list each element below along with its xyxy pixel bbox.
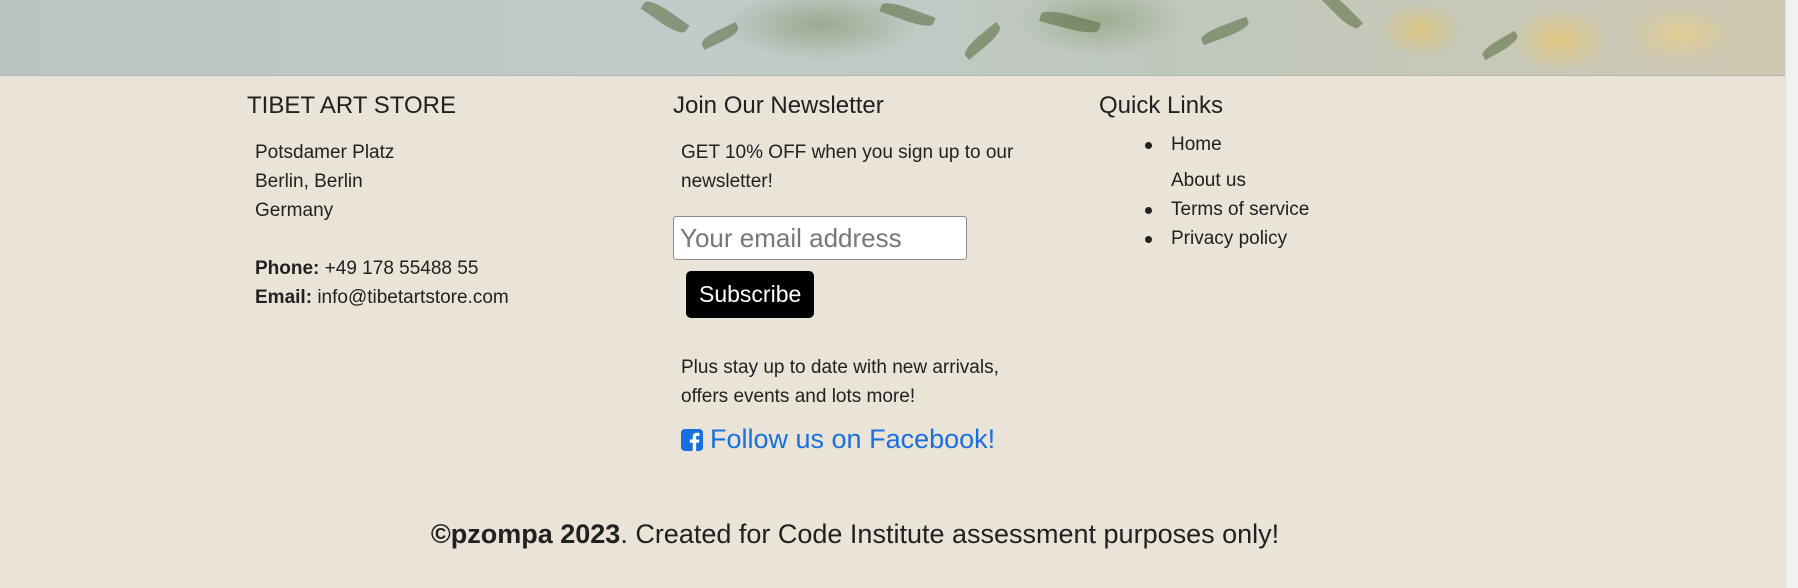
copyright-owner: ©pzompa 2023 [430,519,621,549]
phone-label: Phone: [255,258,320,279]
quick-link-item-about: About us [1171,166,1499,195]
privacy-policy-link[interactable]: Privacy policy [1171,228,1287,249]
store-heading: TIBET ART STORE [247,92,456,119]
phone-line: Phone: +49 178 55488 55 [255,254,647,283]
address-line-country: Germany [255,200,334,221]
quick-links-list: Home About us Terms of service Privacy p… [1099,130,1499,253]
quick-links-heading: Quick Links [1099,92,1224,119]
subscribe-button[interactable]: Subscribe [686,271,815,318]
phone-value: +49 178 55488 55 [324,258,479,279]
newsletter-email-input[interactable] [673,216,967,260]
store-address: Potsdamer Platz Berlin, Berlin Germany P… [255,138,647,312]
newsletter-heading: Join Our Newsletter [673,92,884,119]
quick-link-item-privacy: Privacy policy [1145,224,1499,253]
newsletter-column: Join Our Newsletter GET 10% OFF when you… [673,92,1073,456]
facebook-link[interactable]: Follow us on Facebook! [681,424,995,455]
quick-link-item-terms: Terms of service [1145,195,1499,224]
terms-of-service-link[interactable]: Terms of service [1171,199,1309,220]
page-scrollbar[interactable] [1785,0,1798,588]
facebook-square-icon [681,428,703,451]
quick-links-column: Quick Links Home About us Terms of servi… [1099,92,1499,253]
hero-banner-image [0,0,1786,76]
facebook-link-label: Follow us on Facebook! [710,424,996,454]
newsletter-outro: Plus stay up to date with new arrivals, … [681,357,999,407]
email-value: info@tibetartstore.com [317,287,509,308]
copyright-notice: ©pzompa 2023. Created for Code Institute… [0,516,1710,552]
about-us-link[interactable]: About us [1171,170,1246,191]
store-info-column: TIBET ART STORE Potsdamer Platz Berlin, … [247,92,647,312]
address-line-city: Berlin, Berlin [255,171,363,192]
copyright-text: . Created for Code Institute assessment … [620,519,1280,549]
email-label: Email: [255,287,313,308]
quick-link-item-home: Home [1145,130,1499,159]
newsletter-intro: GET 10% OFF when you sign up to our news… [681,142,1014,192]
address-line-street: Potsdamer Platz [255,142,395,163]
email-line: Email: info@tibetartstore.com [255,283,647,312]
home-link[interactable]: Home [1171,134,1222,155]
